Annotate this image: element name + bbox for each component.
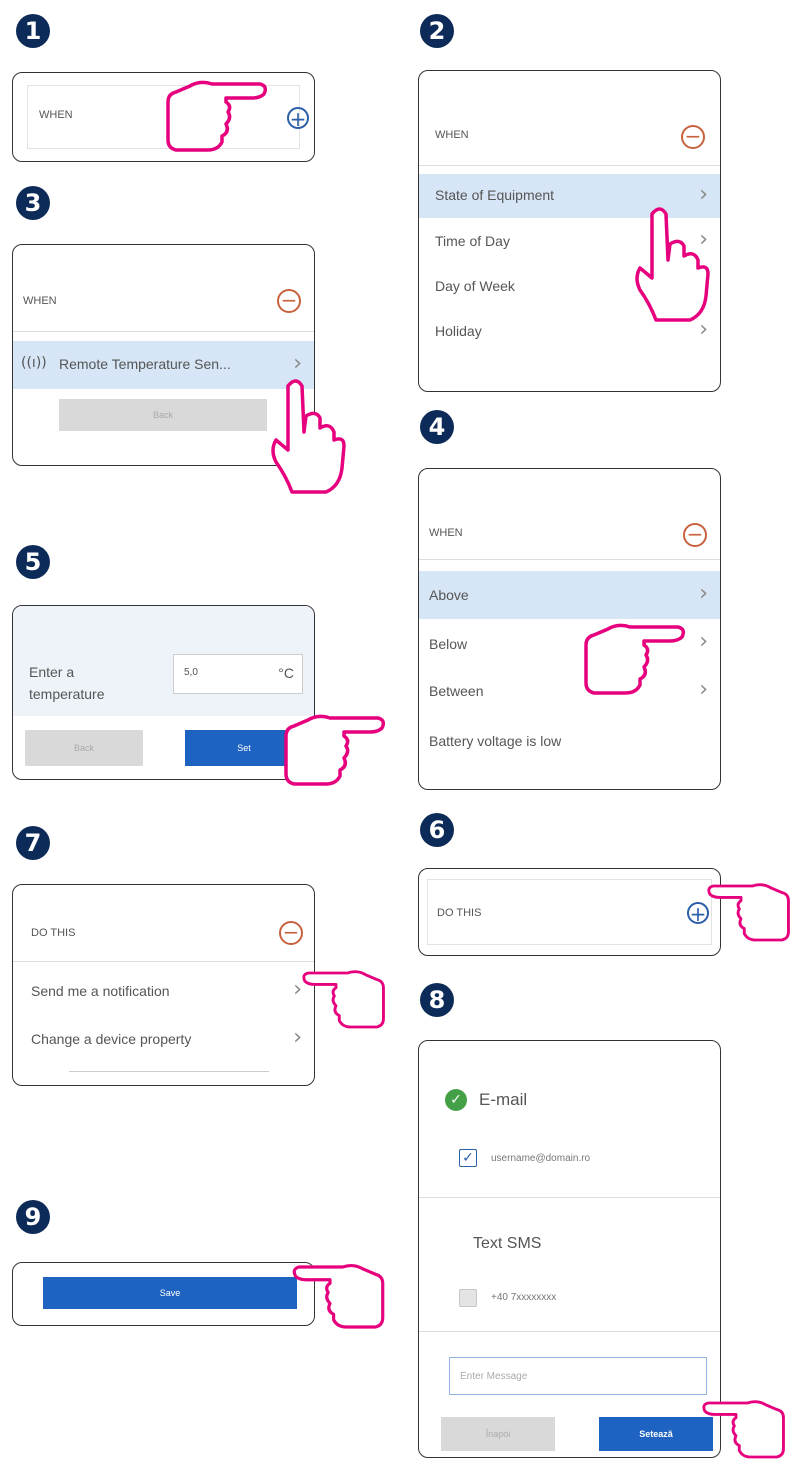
add-condition-button[interactable]: + bbox=[287, 107, 309, 129]
sms-label: Text SMS bbox=[473, 1235, 542, 1252]
collapse-button[interactable]: − bbox=[277, 289, 301, 313]
chevron-right-icon: › bbox=[293, 351, 302, 376]
check-circle-icon: ✓ bbox=[445, 1089, 467, 1111]
list-item-label: Above bbox=[429, 587, 469, 603]
panel-save: Save bbox=[12, 1262, 315, 1326]
list-item-label: Day of Week bbox=[435, 278, 515, 294]
list-item-label: Below bbox=[429, 636, 468, 652]
temperature-label-line2: temperature bbox=[29, 686, 105, 702]
step-badge-8: 8 bbox=[420, 983, 454, 1017]
pointing-hand-icon bbox=[284, 714, 386, 786]
do-this-label: DO THIS bbox=[31, 927, 76, 939]
temperature-label-line1: Enter a bbox=[29, 664, 75, 680]
save-button[interactable]: Save bbox=[43, 1277, 297, 1309]
pointing-hand-icon bbox=[702, 1400, 785, 1459]
panel-notification-settings: ✓ E-mail ✓ username@domain.ro Text SMS +… bbox=[418, 1040, 721, 1458]
email-label: E-mail bbox=[479, 1090, 528, 1109]
list-item-label: Battery voltage is low bbox=[429, 733, 562, 749]
set-button[interactable]: Setează bbox=[599, 1417, 713, 1451]
step-badge-3: 3 bbox=[16, 186, 50, 220]
chevron-right-icon: › bbox=[699, 629, 708, 654]
message-input[interactable]: Enter Message bbox=[449, 1357, 707, 1395]
step-badge-6: 6 bbox=[420, 813, 454, 847]
panel-enter-temperature: Enter a temperature 5,0 °C Back Set bbox=[12, 605, 315, 780]
pointing-hand-icon bbox=[707, 883, 790, 942]
message-placeholder: Enter Message bbox=[460, 1371, 528, 1382]
step-badge-9: 9 bbox=[16, 1200, 50, 1234]
collapse-button[interactable]: − bbox=[681, 125, 705, 149]
panel-do-this-add: DO THIS + bbox=[418, 868, 721, 956]
back-button[interactable]: Înapoi bbox=[441, 1417, 555, 1451]
temperature-input[interactable]: 5,0 °C bbox=[173, 654, 303, 694]
email-checkbox[interactable]: ✓ bbox=[459, 1149, 477, 1167]
pointing-hand-icon bbox=[166, 80, 268, 152]
when-label: WHEN bbox=[23, 295, 57, 307]
pointing-hand-icon bbox=[292, 1263, 385, 1329]
collapse-button[interactable]: − bbox=[683, 523, 707, 547]
pointing-hand-icon bbox=[302, 970, 385, 1029]
list-item-change-device-property[interactable]: Change a device property › bbox=[13, 1017, 314, 1061]
list-item-label: Remote Temperature Sen... bbox=[59, 356, 231, 372]
list-item-send-notification[interactable]: Send me a notification › bbox=[13, 969, 314, 1013]
pointing-hand-icon bbox=[635, 207, 710, 322]
sms-value: +40 7xxxxxxxx bbox=[491, 1292, 557, 1303]
back-button[interactable]: Back bbox=[59, 399, 267, 431]
step-badge-5: 5 bbox=[16, 545, 50, 579]
when-label: WHEN bbox=[429, 527, 463, 539]
list-item-label: Between bbox=[429, 683, 484, 699]
sms-checkbox[interactable] bbox=[459, 1289, 477, 1307]
list-item-battery-low[interactable]: Battery voltage is low bbox=[419, 719, 720, 763]
step-badge-4: 4 bbox=[420, 410, 454, 444]
pointing-hand-icon bbox=[271, 379, 346, 494]
step-badge-2: 2 bbox=[420, 14, 454, 48]
back-button[interactable]: Back bbox=[25, 730, 143, 766]
panel-do-this-actions: DO THIS − Send me a notification › Chang… bbox=[12, 884, 315, 1086]
list-item-label: Send me a notification bbox=[31, 983, 170, 999]
temperature-value: 5,0 bbox=[184, 667, 198, 678]
when-label: WHEN bbox=[435, 129, 469, 141]
pointing-hand-icon bbox=[584, 623, 686, 695]
temperature-unit: °C bbox=[278, 665, 294, 681]
list-item-label: State of Equipment bbox=[435, 187, 555, 203]
do-this-label: DO THIS bbox=[437, 907, 482, 919]
step-badge-7: 7 bbox=[16, 826, 50, 860]
email-value: username@domain.ro bbox=[491, 1153, 591, 1164]
step-badge-1: 1 bbox=[16, 14, 50, 48]
chevron-right-icon: › bbox=[699, 677, 708, 702]
chevron-right-icon: › bbox=[699, 581, 708, 606]
list-item-label: Holiday bbox=[435, 323, 482, 339]
collapse-button[interactable]: − bbox=[279, 921, 303, 945]
list-item-label: Time of Day bbox=[435, 233, 510, 249]
list-item-label: Change a device property bbox=[31, 1031, 192, 1047]
list-item-above[interactable]: Above › bbox=[419, 571, 720, 619]
sensor-icon: ((ı)) bbox=[21, 355, 47, 371]
